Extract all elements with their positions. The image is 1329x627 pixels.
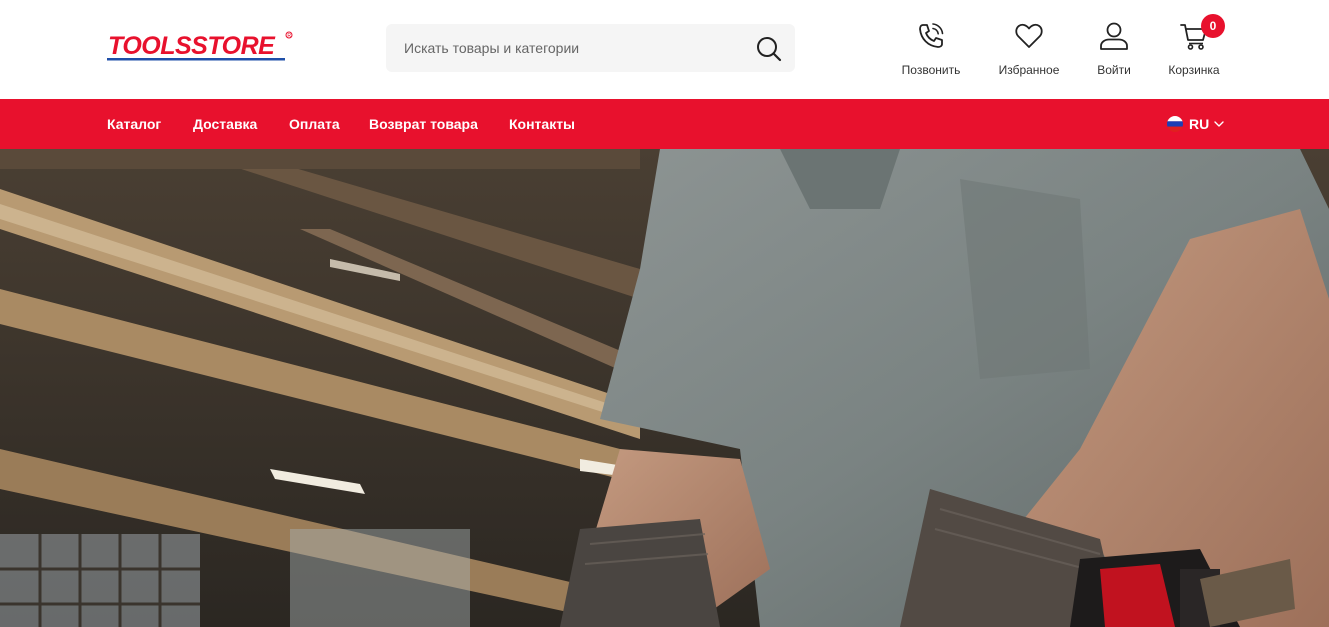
favorites-label: Избранное: [998, 63, 1060, 77]
call-label: Позвонить: [901, 63, 961, 77]
hero-banner: [0, 149, 1329, 627]
search-button[interactable]: [755, 35, 783, 63]
favorites-button[interactable]: Избранное: [984, 20, 1074, 80]
nav-item-returns[interactable]: Возврат товара: [369, 99, 478, 149]
call-button[interactable]: Позвонить: [886, 20, 976, 80]
svg-text:TOOLSSTORE: TOOLSSTORE: [108, 32, 276, 60]
user-icon: [1100, 22, 1128, 50]
cart-button[interactable]: 0 Корзинка: [1149, 14, 1239, 80]
site-header: TOOLSSTORE R Позвонить Избранное: [0, 0, 1329, 99]
russia-flag-icon: [1167, 116, 1183, 132]
chevron-down-icon: [1214, 121, 1224, 127]
login-label: Войти: [1097, 63, 1131, 77]
toolsstore-logo[interactable]: TOOLSSTORE R: [107, 29, 295, 65]
svg-text:R: R: [287, 33, 291, 39]
cart-count-badge: 0: [1201, 14, 1225, 38]
language-selector[interactable]: RU: [1167, 99, 1225, 149]
phone-icon: [919, 23, 944, 48]
nav-item-contacts[interactable]: Контакты: [509, 99, 575, 149]
nav-item-delivery[interactable]: Доставка: [193, 99, 257, 149]
nav-item-catalog[interactable]: Каталог: [107, 99, 161, 149]
search-icon: [757, 37, 782, 62]
language-label: RU: [1189, 116, 1210, 132]
nav-item-payment[interactable]: Оплата: [289, 99, 340, 149]
search-bar: [386, 24, 795, 72]
main-nav: Каталог Доставка Оплата Возврат товара К…: [0, 99, 1329, 149]
search-input[interactable]: [386, 24, 746, 72]
logo-graphic: TOOLSSTORE R: [107, 31, 293, 61]
login-button[interactable]: Войти: [1069, 20, 1159, 80]
heart-icon: [1015, 23, 1043, 48]
cart-label: Корзинка: [1168, 63, 1220, 77]
hero-image: [0, 149, 1329, 627]
